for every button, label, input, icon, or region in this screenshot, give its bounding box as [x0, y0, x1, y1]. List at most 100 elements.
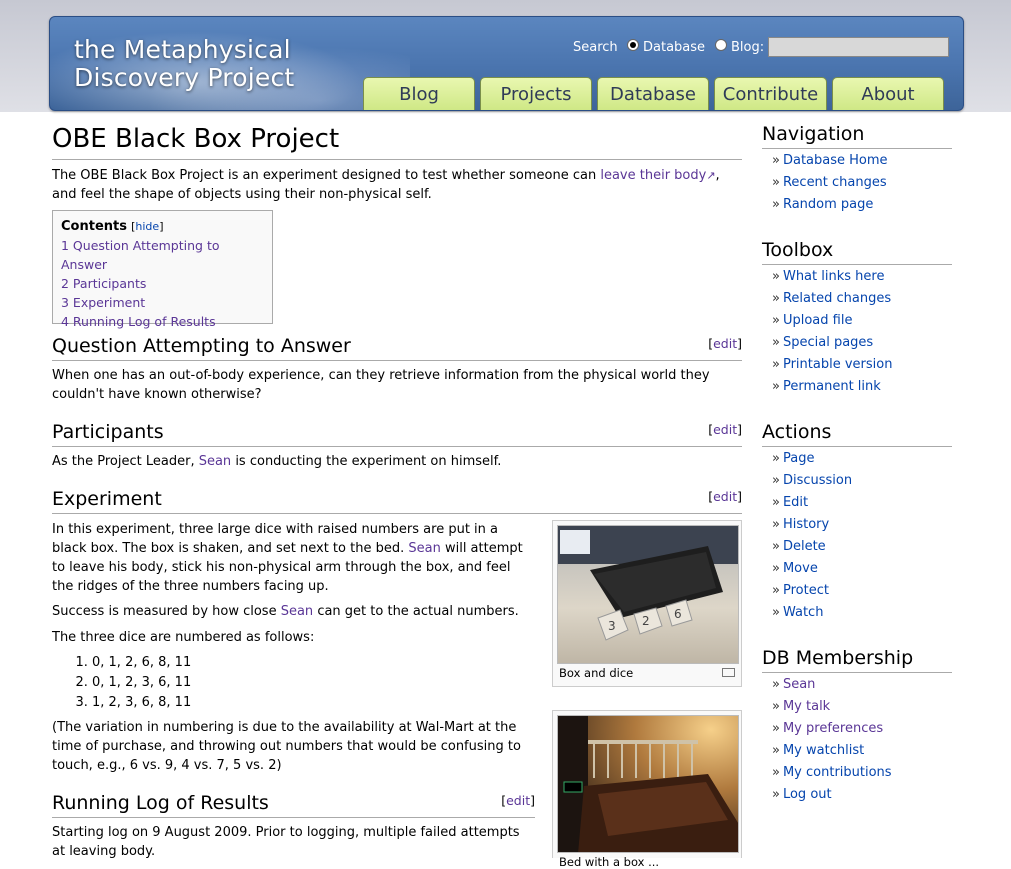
sidebar-item-my-talk[interactable]: » My talk	[772, 699, 830, 714]
site-logo[interactable]: the Metaphysical Discovery Project	[74, 36, 334, 92]
sean-link[interactable]: Sean	[199, 454, 231, 469]
tab-contribute[interactable]: Contribute	[714, 77, 827, 110]
sidebar-item-edit[interactable]: » Edit	[772, 495, 808, 510]
sidebar-link-sean[interactable]: Sean	[783, 677, 815, 692]
sidebar-link-discussion[interactable]: Discussion	[783, 473, 852, 488]
sidebar-item-sean[interactable]: » Sean	[772, 677, 815, 692]
tab-blog[interactable]: Blog	[363, 77, 475, 110]
search-label: Search	[573, 40, 618, 55]
sidebar-link-log-out[interactable]: Log out	[783, 787, 832, 802]
sidebar-item-log-out[interactable]: » Log out	[772, 787, 832, 802]
sidebar-link-printable-version[interactable]: Printable version	[783, 357, 892, 372]
sidebar-link-page[interactable]: Page	[783, 451, 814, 466]
sidebar-link-special-pages[interactable]: Special pages	[783, 335, 873, 350]
edit-link-experiment[interactable]: edit	[713, 489, 737, 504]
sidebar-item-discussion[interactable]: » Discussion	[772, 473, 852, 488]
sidebar-item-related-changes[interactable]: » Related changes	[772, 291, 891, 306]
sidebar-link-my-contributions[interactable]: My contributions	[783, 765, 892, 780]
search-input[interactable]	[768, 37, 949, 57]
box-and-dice-image[interactable]: 3 2 6	[557, 525, 739, 664]
toc-item-running-log[interactable]: 4 Running Log of Results	[61, 312, 264, 331]
tab-database[interactable]: Database	[597, 77, 709, 110]
sidebar-item-what-links-here[interactable]: » What links here	[772, 269, 884, 284]
sean-link-experiment[interactable]: Sean	[408, 541, 440, 556]
sidebar-item-history[interactable]: » History	[772, 517, 829, 532]
sidebar-link-related-changes[interactable]: Related changes	[783, 291, 891, 306]
sidebar-link-history[interactable]: History	[783, 517, 829, 532]
sidebar-item-database-home[interactable]: » Database Home	[772, 153, 888, 168]
experiment-paragraph-3: The three dice are numbered as follows:	[52, 630, 315, 645]
running-log-text: Starting log on 9 August 2009. Prior to …	[52, 825, 520, 859]
sidebar-heading-toolbox: Toolbox	[762, 238, 952, 265]
dice-list-item: 0, 1, 2, 6, 8, 11	[92, 653, 532, 673]
sidebar-item-my-contributions[interactable]: » My contributions	[772, 765, 892, 780]
participants-pre: As the Project Leader,	[52, 454, 199, 469]
svg-text:6: 6	[674, 607, 682, 621]
sidebar-link-what-links-here[interactable]: What links here	[783, 269, 884, 284]
sidebar-item-recent-changes[interactable]: » Recent changes	[772, 175, 887, 190]
intro-paragraph: The OBE Black Box Project is an experime…	[52, 166, 742, 204]
logo-line-2: Discovery Project	[74, 63, 295, 92]
section-heading-participants: Participants [edit]	[52, 420, 742, 447]
box-and-dice-illustration: 3 2 6	[558, 526, 738, 641]
svg-text:2: 2	[642, 614, 650, 628]
toc-item-participants[interactable]: 2 Participants	[61, 274, 264, 293]
section-heading-running-log-text: Running Log of Results	[52, 792, 269, 814]
intro-text: The OBE Black Box Project is an experime…	[52, 168, 601, 183]
sidebar-item-my-watchlist[interactable]: » My watchlist	[772, 743, 864, 758]
participants-text: As the Project Leader, Sean is conductin…	[52, 452, 742, 471]
sidebar-item-upload-file[interactable]: » Upload file	[772, 313, 852, 328]
sean-link-success[interactable]: Sean	[281, 604, 313, 619]
sidebar-link-edit[interactable]: Edit	[783, 495, 808, 510]
site-header: the Metaphysical Discovery Project Searc…	[49, 16, 964, 111]
sidebar-item-printable-version[interactable]: » Printable version	[772, 357, 892, 372]
sidebar-item-random-page[interactable]: » Random page	[772, 197, 873, 212]
leave-their-body-link[interactable]: leave their body	[600, 168, 706, 183]
sidebar-link-database-home[interactable]: Database Home	[783, 153, 888, 168]
radio-blog[interactable]	[715, 39, 727, 51]
sidebar-link-my-watchlist[interactable]: My watchlist	[783, 743, 864, 758]
section-heading-running-log: Running Log of Results [edit]	[52, 791, 535, 818]
toc-item-question[interactable]: 1 Question Attempting to Answer	[61, 236, 264, 274]
radio-database-label[interactable]: Database	[643, 40, 705, 55]
tab-about[interactable]: About	[832, 77, 944, 110]
external-link-icon: ↗	[706, 169, 716, 182]
page-title: OBE Black Box Project	[52, 122, 742, 160]
dice-list-item: 1, 2, 3, 6, 8, 11	[92, 693, 532, 713]
sidebar-link-recent-changes[interactable]: Recent changes	[783, 175, 887, 190]
sidebar-link-watch[interactable]: Watch	[783, 605, 823, 620]
experiment-p2-pre: Success is measured by how close	[52, 604, 281, 619]
sidebar-item-page[interactable]: » Page	[772, 451, 814, 466]
sidebar-link-my-preferences[interactable]: My preferences	[783, 721, 883, 736]
sidebar-item-special-pages[interactable]: » Special pages	[772, 335, 873, 350]
toc-item-experiment[interactable]: 3 Experiment	[61, 293, 264, 312]
toc-hide-link[interactable]: hide	[135, 220, 159, 233]
sidebar-link-upload-file[interactable]: Upload file	[783, 313, 852, 328]
edit-link-question[interactable]: edit	[713, 336, 737, 351]
sidebar-link-move[interactable]: Move	[783, 561, 818, 576]
sidebar-item-protect[interactable]: » Protect	[772, 583, 829, 598]
sidebar-link-random-page[interactable]: Random page	[783, 197, 873, 212]
section-heading-experiment: Experiment [edit]	[52, 487, 742, 514]
radio-database[interactable]	[627, 39, 639, 51]
edit-link-participants[interactable]: edit	[713, 422, 737, 437]
caption-bed: Bed with a box ...	[559, 855, 660, 869]
tab-projects[interactable]: Projects	[480, 77, 592, 110]
sidebar-item-my-preferences[interactable]: » My preferences	[772, 721, 883, 736]
sidebar-link-my-talk[interactable]: My talk	[783, 699, 830, 714]
bed-image[interactable]	[557, 715, 739, 853]
sidebar-link-protect[interactable]: Protect	[783, 583, 829, 598]
sidebar-item-watch[interactable]: » Watch	[772, 605, 823, 620]
section-heading-question-text: Question Attempting to Answer	[52, 335, 351, 357]
edit-link-running-log[interactable]: edit	[506, 793, 530, 808]
sidebar-item-permanent-link[interactable]: » Permanent link	[772, 379, 881, 394]
sidebar-link-permanent-link[interactable]: Permanent link	[783, 379, 881, 394]
radio-blog-label[interactable]: Blog:	[731, 40, 764, 55]
sidebar-link-delete[interactable]: Delete	[783, 539, 826, 554]
dice-list-item: 0, 1, 2, 3, 6, 11	[92, 673, 532, 693]
sidebar-item-move[interactable]: » Move	[772, 561, 818, 576]
sidebar-item-delete[interactable]: » Delete	[772, 539, 826, 554]
thumbnail-box-and-dice: 3 2 6 Box and dice	[552, 520, 742, 687]
magnify-icon[interactable]	[722, 668, 735, 677]
section-heading-experiment-text: Experiment	[52, 488, 162, 510]
